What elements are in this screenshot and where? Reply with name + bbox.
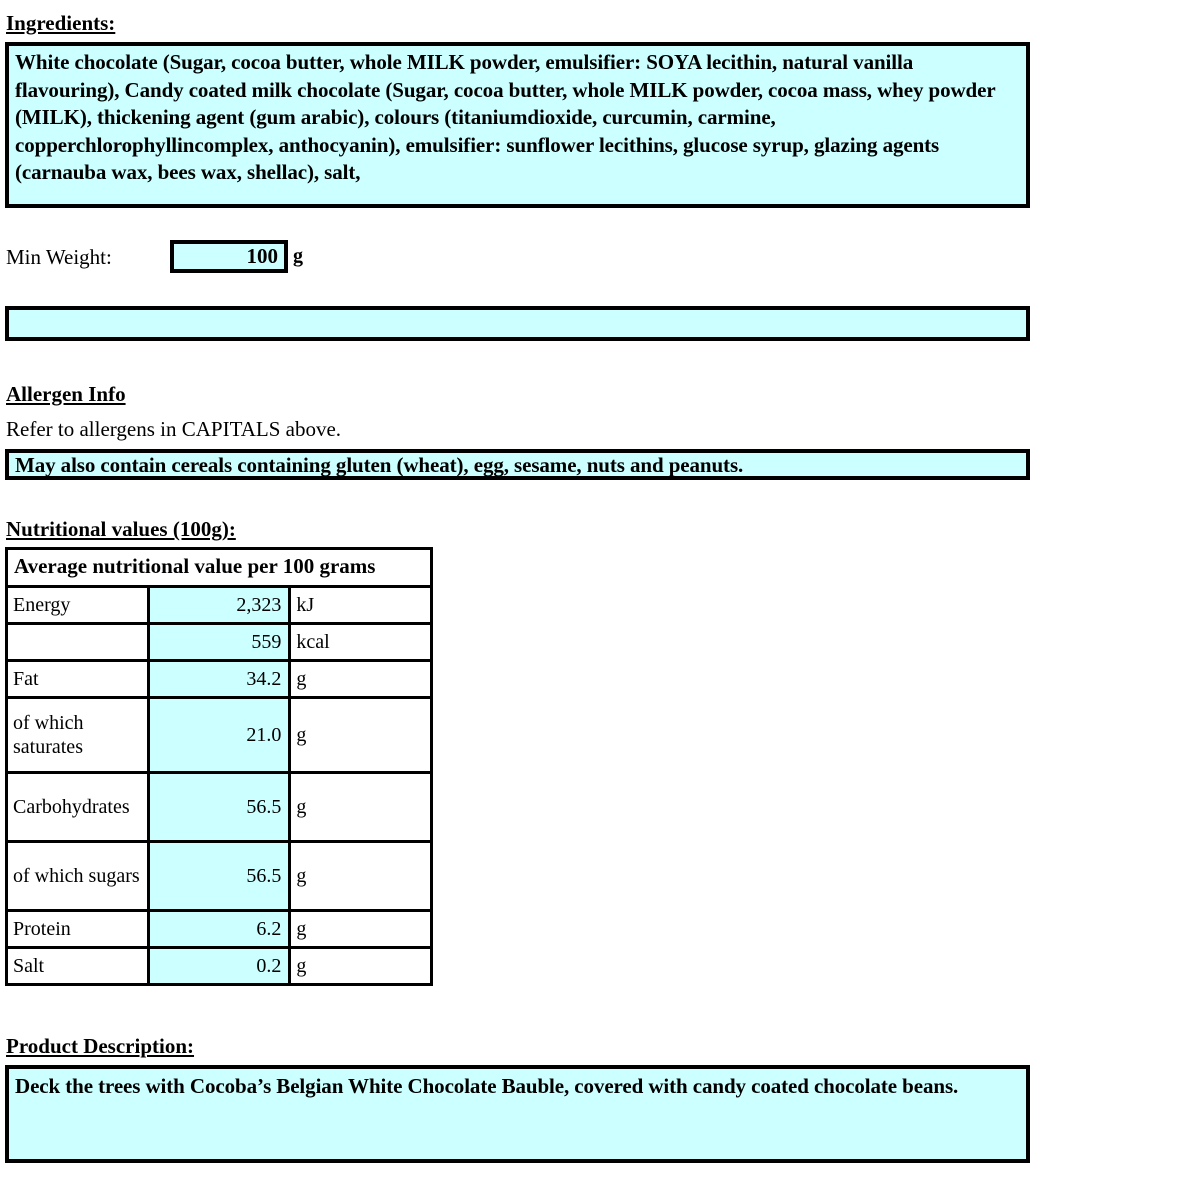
row-value[interactable]: 56.5 (146, 771, 292, 843)
row-unit: kJ (288, 585, 433, 625)
row-value[interactable]: 21.0 (146, 696, 292, 774)
ingredients-text: White chocolate (Sugar, cocoa butter, wh… (15, 50, 996, 184)
row-unit: g (288, 659, 433, 699)
allergen-note: Refer to allergens in CAPITALS above. (6, 417, 342, 441)
table-row: 559 kcal (5, 622, 433, 662)
nutrition-table-header: Average nutritional value per 100 grams (5, 547, 433, 588)
row-label: Energy (5, 585, 150, 625)
table-row: Protein 6.2 g (5, 909, 433, 949)
product-description-heading: Product Description: (6, 1034, 195, 1058)
nutrition-table: Average nutritional value per 100 grams … (5, 547, 433, 986)
table-row: Salt 0.2 g (5, 946, 433, 986)
row-label (5, 622, 150, 662)
row-unit: g (288, 771, 433, 843)
table-header-row: Average nutritional value per 100 grams (5, 547, 433, 588)
min-weight-label: Min Weight: (6, 245, 112, 269)
row-value[interactable]: 0.2 (146, 946, 292, 986)
allergen-heading: Allergen Info (6, 382, 126, 406)
min-weight-input[interactable]: 100 (170, 240, 288, 273)
row-value[interactable]: 34.2 (146, 659, 292, 699)
row-unit: g (288, 946, 433, 986)
row-unit: g (288, 696, 433, 774)
table-row: of which sugars 56.5 g (5, 840, 433, 912)
empty-note-field[interactable] (5, 306, 1030, 341)
allergen-may-contain-box[interactable]: May also contain cereals containing glut… (5, 449, 1030, 480)
ingredients-heading: Ingredients: (6, 11, 116, 35)
product-description-textbox[interactable]: Deck the trees with Cocoba’s Belgian Whi… (5, 1065, 1030, 1163)
row-value[interactable]: 56.5 (146, 840, 292, 912)
table-row: Energy 2,323 kJ (5, 585, 433, 625)
nutrition-heading: Nutritional values (100g): (6, 517, 236, 541)
min-weight-value: 100 (246, 244, 279, 268)
table-row: Carbohydrates 56.5 g (5, 771, 433, 843)
row-label: Protein (5, 909, 150, 949)
row-label: Carbohydrates (5, 771, 150, 843)
row-label: of which saturates (5, 696, 150, 774)
row-unit: g (288, 909, 433, 949)
row-value[interactable]: 2,323 (146, 585, 292, 625)
row-unit: kcal (288, 622, 433, 662)
row-label: Salt (5, 946, 150, 986)
row-unit: g (288, 840, 433, 912)
min-weight-unit: g (293, 245, 303, 267)
table-row: Fat 34.2 g (5, 659, 433, 699)
table-row: of which saturates 21.0 g (5, 696, 433, 774)
row-value[interactable]: 6.2 (146, 909, 292, 949)
row-value[interactable]: 559 (146, 622, 292, 662)
ingredients-textbox[interactable]: White chocolate (Sugar, cocoa butter, wh… (5, 42, 1030, 208)
row-label: of which sugars (5, 840, 150, 912)
row-label: Fat (5, 659, 150, 699)
allergen-may-contain-text: May also contain cereals containing glut… (15, 452, 744, 477)
product-description-text: Deck the trees with Cocoba’s Belgian Whi… (15, 1074, 959, 1098)
